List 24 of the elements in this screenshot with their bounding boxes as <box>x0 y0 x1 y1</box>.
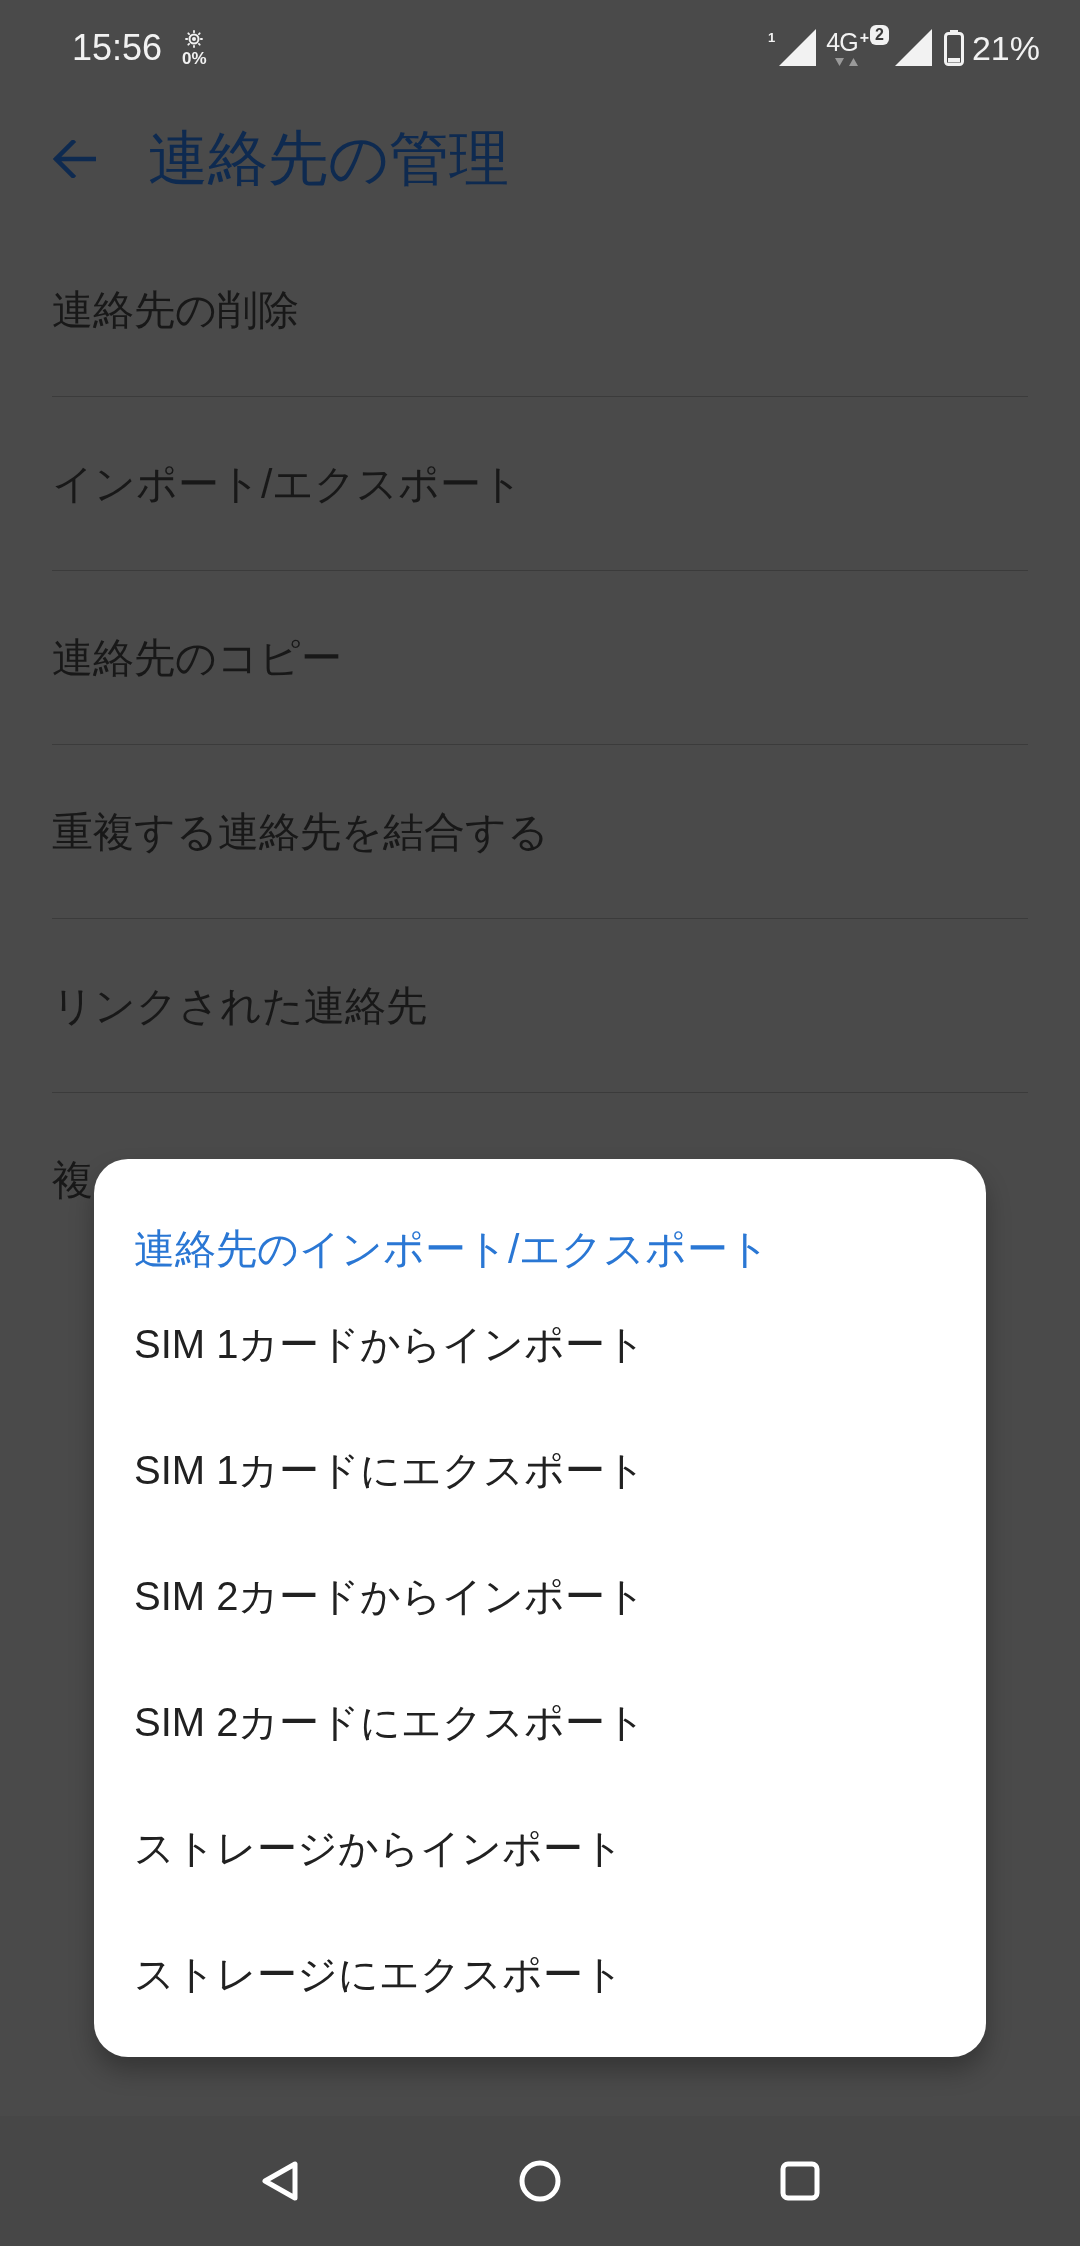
network-plus: + <box>859 29 870 46</box>
dialog-option[interactable]: SIM 2カードからインポート <box>134 1571 647 1621</box>
network-type: 4G <box>826 29 858 55</box>
battery-percentage: 21% <box>971 28 1040 67</box>
dialog-option[interactable]: ストレージからインポート <box>134 1823 624 1873</box>
sim-slot-badge: 2 <box>870 24 889 45</box>
screen-title: 連絡先の管理 <box>148 124 509 194</box>
dialog-option[interactable]: ストレージにエクスポート <box>134 1949 624 1999</box>
sim-slot-label: 1 <box>768 30 776 44</box>
signal-icon <box>894 29 932 66</box>
back-triangle-icon <box>261 2160 299 2202</box>
dialog-option[interactable]: SIM 1カードからインポート <box>134 1319 647 1369</box>
home-circle-icon <box>519 2160 561 2202</box>
notification-reading: 0% <box>182 50 207 67</box>
clock-time: 15:56 <box>72 27 163 68</box>
battery-icon <box>943 29 964 66</box>
dialog-option[interactable]: SIM 2カードにエクスポート <box>134 1697 647 1747</box>
data-activity-icon <box>835 57 859 66</box>
dialog-option[interactable]: SIM 1カードにエクスポート <box>134 1445 647 1495</box>
signal-icon <box>779 29 817 66</box>
dialog-title: 連絡先のインポート/エクスポート <box>134 1225 771 1274</box>
back-arrow-icon <box>52 140 96 178</box>
recents-square-icon <box>780 2161 820 2201</box>
sun-icon <box>184 30 205 48</box>
